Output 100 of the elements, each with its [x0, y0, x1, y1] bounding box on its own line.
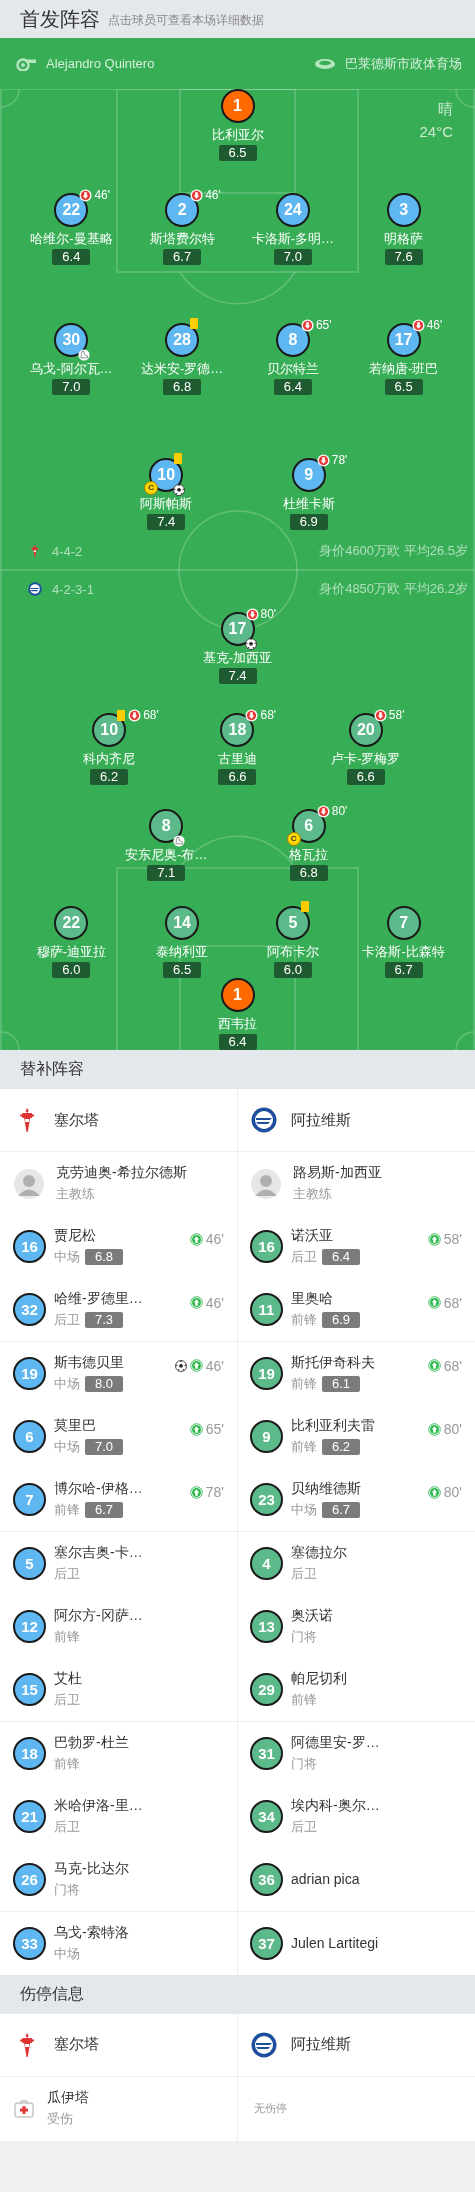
player-name[interactable]: 乌戈-阿尔瓦…	[30, 360, 113, 377]
player-name[interactable]: 阿德里安-罗…	[291, 1733, 380, 1752]
player-number[interactable]: 23	[250, 1483, 283, 1517]
player-name[interactable]: 基克-加西亚	[202, 649, 273, 666]
player-number[interactable]: 12	[13, 1610, 46, 1644]
player-number[interactable]: 32	[13, 1293, 46, 1327]
player-name[interactable]: 比利亚尔	[211, 126, 264, 143]
player-name[interactable]: 杜维卡斯	[282, 495, 335, 512]
player-number[interactable]: 22	[54, 906, 89, 940]
player-name[interactable]: adrian pica	[291, 1871, 360, 1888]
player-number[interactable]: 10	[92, 713, 127, 747]
player-name[interactable]: 卡洛斯-多明…	[251, 230, 335, 247]
player-name[interactable]: 塞德拉尔	[291, 1543, 347, 1562]
player-number[interactable]: 28	[165, 323, 200, 357]
player-name[interactable]: 科内齐尼	[83, 750, 136, 767]
player-number[interactable]: 16	[13, 1230, 46, 1264]
player-number[interactable]: 34	[250, 1800, 283, 1834]
player-number[interactable]: 19	[250, 1357, 283, 1391]
player-number[interactable]: 7	[386, 906, 421, 940]
player-name[interactable]: 斯塔费尔特	[149, 230, 215, 247]
player-name[interactable]: 巴勃罗-杜兰	[54, 1733, 129, 1752]
player-name[interactable]: 诺沃亚	[291, 1227, 360, 1246]
player-name[interactable]: 贝尔特兰	[266, 360, 319, 377]
player-name[interactable]: 塞尔吉奥-卡…	[54, 1543, 143, 1562]
player-name[interactable]: 格瓦拉	[289, 846, 329, 863]
player-number[interactable]: 11	[250, 1293, 283, 1327]
player-number[interactable]: 4	[250, 1546, 283, 1580]
player-name[interactable]: 乌戈-索特洛	[54, 1923, 129, 1942]
player-number[interactable]: 2	[165, 193, 200, 227]
player-number[interactable]: 17	[220, 612, 255, 646]
player-number[interactable]: 37	[250, 1926, 283, 1960]
player-name[interactable]: 斯托伊奇科夫	[291, 1354, 375, 1373]
player-name[interactable]: 阿布卡尔	[266, 943, 319, 960]
substitution-minute: 58'	[388, 708, 405, 722]
player-number[interactable]: 20	[348, 713, 383, 747]
player-name[interactable]: Julen Lartitegi	[291, 1935, 379, 1952]
player-name[interactable]: 比利亚利夫雷	[291, 1417, 375, 1436]
player-name[interactable]: 帕尼切利	[291, 1670, 347, 1688]
player-name[interactable]: 贾尼松	[54, 1227, 123, 1246]
player-name[interactable]: 马克-比达尔	[54, 1859, 129, 1878]
player-name[interactable]: 奥沃诺	[291, 1607, 333, 1626]
player-number[interactable]: 8	[149, 809, 184, 843]
player-name[interactable]: 斯韦德贝里	[54, 1354, 124, 1373]
player-number[interactable]: 13	[250, 1610, 283, 1644]
player-number[interactable]: 15	[13, 1673, 46, 1706]
player-number[interactable]: 24	[275, 193, 310, 227]
player-name[interactable]: 若纳唐-班巴	[368, 360, 439, 377]
player-number[interactable]: 30	[54, 323, 89, 357]
player-number[interactable]: 9	[291, 458, 326, 492]
player-number[interactable]: 6	[13, 1420, 46, 1454]
player-name[interactable]: 博尔哈-伊格…	[54, 1480, 143, 1499]
player-name[interactable]: 穆萨-迪亚拉	[36, 943, 107, 960]
player-number[interactable]: 33	[13, 1926, 46, 1960]
player-name[interactable]: 哈维-罗德里…	[54, 1290, 143, 1309]
player-number[interactable]: 22	[54, 193, 89, 227]
player-number[interactable]: 5	[13, 1546, 46, 1580]
player-number[interactable]: 1	[220, 978, 255, 1012]
player-number[interactable]: 7	[13, 1483, 46, 1517]
player-name[interactable]: 泰纳利亚	[156, 943, 209, 960]
player-name[interactable]: 艾杜	[54, 1670, 82, 1688]
player-number[interactable]: 17	[386, 323, 421, 357]
player-number[interactable]: 29	[250, 1673, 283, 1706]
player-name[interactable]: 里奥哈	[291, 1290, 360, 1309]
player-number[interactable]: 18	[13, 1736, 46, 1770]
player-name[interactable]: 贝纳维德斯	[291, 1480, 361, 1499]
player-number[interactable]: 5	[275, 906, 310, 940]
coach-name[interactable]: 克劳迪奥-希拉尔德斯	[56, 1164, 187, 1183]
player-name[interactable]: 阿尔方-冈萨…	[54, 1607, 143, 1626]
player-number[interactable]: 8	[275, 323, 310, 357]
coach-name[interactable]: 路易斯-加西亚	[293, 1164, 382, 1183]
player-name[interactable]: 哈维尔-曼基略	[30, 230, 113, 247]
player-name[interactable]: 西韦拉	[218, 1015, 257, 1032]
player-number[interactable]: 1	[220, 89, 255, 123]
player-number[interactable]: 14	[165, 906, 200, 940]
player-name[interactable]: 米哈伊洛-里…	[54, 1797, 143, 1816]
player-name[interactable]: 安东尼奥-布…	[125, 846, 208, 863]
player-number[interactable]: 26	[13, 1862, 46, 1896]
player-name[interactable]: 明格萨	[384, 230, 424, 247]
player-number[interactable]: 31	[250, 1736, 283, 1770]
player-number[interactable]: 19	[13, 1357, 46, 1391]
player-number[interactable]: 16	[250, 1230, 283, 1264]
boot-icon	[173, 835, 186, 847]
player-number[interactable]: 36	[250, 1862, 283, 1896]
player-number[interactable]: 18	[220, 713, 255, 747]
player-name[interactable]: 古里迪	[218, 750, 257, 767]
player-number[interactable]: 21	[13, 1800, 46, 1834]
booking-card-icon	[174, 453, 183, 464]
player-name[interactable]: 卢卡-罗梅罗	[331, 750, 401, 767]
player-rating: 6.7	[322, 1502, 360, 1519]
player-number[interactable]: 3	[386, 193, 421, 227]
player-number[interactable]: 9	[250, 1420, 283, 1454]
player-name[interactable]: 卡洛斯-比森特	[362, 943, 445, 960]
player-position: 后卫	[54, 1564, 80, 1583]
player-name[interactable]: 莫里巴	[54, 1417, 123, 1436]
substitution-minute: 46'	[94, 188, 110, 202]
substitution-minute: 46'	[426, 318, 443, 332]
player-name[interactable]: 阿斯帕斯	[140, 495, 193, 512]
player-name[interactable]: 瓜伊塔	[47, 2089, 89, 2108]
player-name[interactable]: 达米安-罗德…	[140, 360, 224, 377]
player-name[interactable]: 埃内科-奥尔…	[291, 1797, 380, 1816]
